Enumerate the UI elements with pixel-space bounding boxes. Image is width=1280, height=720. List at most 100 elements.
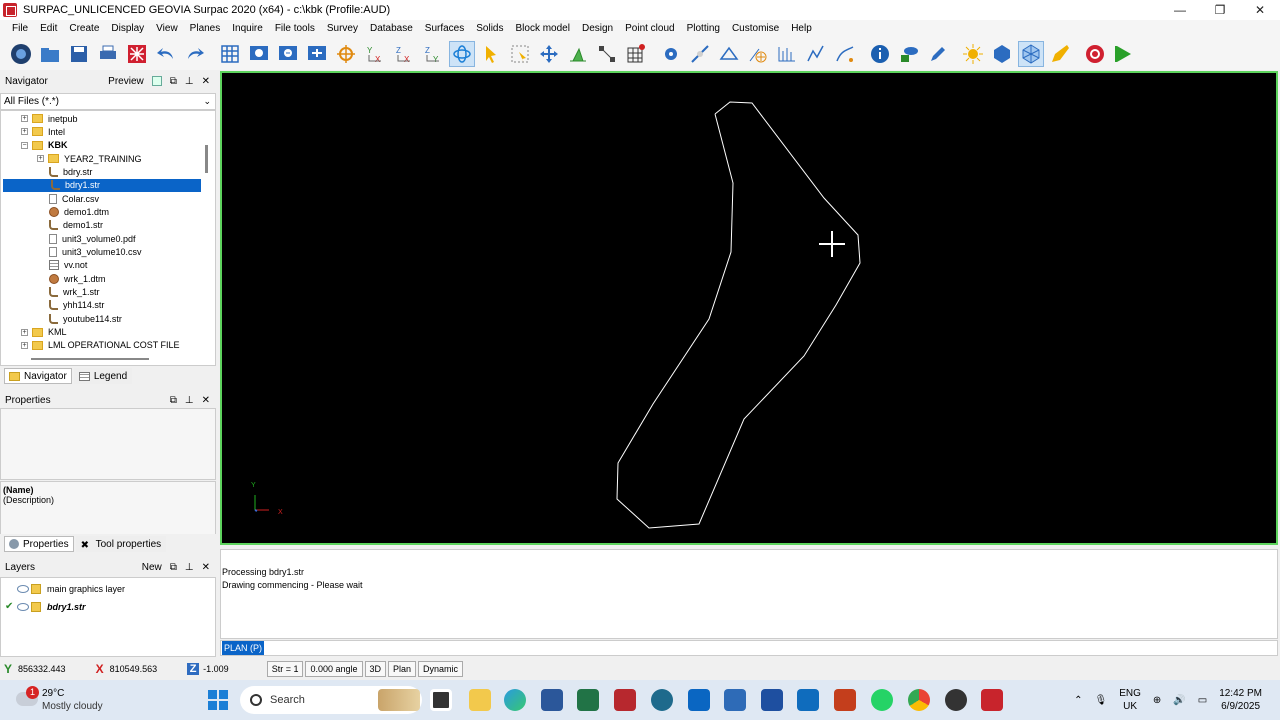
surpac-taskbar-icon[interactable] [981, 689, 1003, 711]
obs-icon[interactable] [945, 689, 967, 711]
tree-file[interactable]: unit3_volume10.csv [49, 246, 142, 259]
menu-item-surfaces[interactable]: Surfaces [419, 20, 470, 38]
network-icon[interactable]: ⊕ [1153, 694, 1161, 707]
mode-3d-button[interactable]: 3D [364, 661, 387, 677]
expand-icon[interactable]: + [37, 155, 44, 163]
word-icon[interactable] [541, 689, 563, 711]
add-point-icon[interactable] [745, 41, 771, 67]
pin-icon[interactable]: ⊥ [185, 76, 194, 87]
layer-checkbox-checked[interactable]: ✔ [5, 602, 15, 612]
file-explorer-icon[interactable] [469, 689, 491, 711]
menu-item-file[interactable]: File [6, 20, 34, 38]
menu-item-survey[interactable]: Survey [321, 20, 364, 38]
settings-gear-icon[interactable] [658, 41, 684, 67]
zoom-all-icon[interactable] [304, 41, 330, 67]
view-zx-icon[interactable]: ZX [391, 41, 417, 67]
menu-item-view[interactable]: View [150, 20, 184, 38]
menu-item-solids[interactable]: Solids [470, 20, 509, 38]
close-panel-icon[interactable]: ✕ [202, 395, 210, 406]
surpac-logo-icon[interactable] [8, 41, 34, 67]
float-panel-icon[interactable]: ⧉ [170, 76, 177, 87]
tab-navigator[interactable]: Navigator [4, 368, 72, 384]
select-box-icon[interactable] [507, 41, 533, 67]
visibility-eye-icon[interactable] [896, 41, 922, 67]
profile-icon[interactable] [803, 41, 829, 67]
pan-icon[interactable] [536, 41, 562, 67]
new-layer-button[interactable]: New [142, 562, 162, 573]
file-filter-select[interactable]: All Files (*.*) ⌄ [0, 93, 216, 110]
menu-item-inquire[interactable]: Inquire [226, 20, 269, 38]
tree-folder[interactable]: + YEAR2_TRAINING [37, 152, 142, 165]
clock[interactable]: 12:42 PM 6/9/2025 [1219, 687, 1262, 713]
minimize-button[interactable]: — [1160, 0, 1200, 20]
tree-file[interactable]: wrk_1.str [49, 286, 100, 299]
maximize-button[interactable]: ❐ [1200, 0, 1240, 20]
tree-file[interactable]: bdry.str [49, 165, 92, 178]
lighting-sun-icon[interactable] [960, 41, 986, 67]
close-button[interactable]: ✕ [1240, 0, 1280, 20]
weather-widget[interactable]: 1 29°C Mostly cloudy [16, 686, 136, 714]
menu-item-plotting[interactable]: Plotting [681, 20, 726, 38]
lock-icon[interactable] [31, 602, 41, 612]
menu-item-database[interactable]: Database [364, 20, 419, 38]
tab-tool-properties[interactable]: ✖ Tool properties [75, 536, 167, 552]
powerpoint-icon[interactable] [834, 689, 856, 711]
search-app-icon[interactable] [651, 689, 673, 711]
access-icon[interactable] [614, 689, 636, 711]
tree-file[interactable]: yhh114.str [49, 299, 104, 312]
string-number[interactable]: Str = 1 [266, 661, 304, 677]
collapse-icon[interactable]: − [21, 141, 28, 149]
expand-icon[interactable]: + [21, 128, 28, 136]
grid-icon[interactable] [217, 41, 243, 67]
solid-shade-icon[interactable] [989, 41, 1015, 67]
command-input[interactable]: PLAN (P) [220, 640, 1278, 656]
windows-start-icon[interactable] [208, 690, 228, 710]
tab-properties[interactable]: Properties [4, 536, 74, 552]
dynamic-button[interactable]: Dynamic [418, 661, 464, 677]
tree-folder[interactable]: + KML [21, 326, 67, 339]
menu-item-block-model[interactable]: Block model [510, 20, 576, 38]
tree-file[interactable]: Colar.csv [49, 192, 99, 205]
zoom-out-icon[interactable] [275, 41, 301, 67]
tree-file[interactable]: demo1.str [49, 219, 103, 232]
chat-app-icon[interactable] [724, 689, 746, 711]
redraw-icon[interactable] [124, 41, 150, 67]
wireframe-icon[interactable] [1018, 41, 1044, 67]
float-panel-icon[interactable]: ⧉ [170, 562, 177, 573]
chevron-down-icon[interactable]: ⌄ [203, 96, 211, 107]
menu-item-design[interactable]: Design [576, 20, 619, 38]
chrome-icon[interactable] [908, 689, 930, 711]
chevron-up-icon[interactable]: ⌃ [1074, 694, 1082, 707]
plane-icon[interactable] [565, 41, 591, 67]
tree-folder[interactable]: + Intel [21, 125, 65, 138]
menu-item-point-cloud[interactable]: Point cloud [619, 20, 680, 38]
menu-item-customise[interactable]: Customise [726, 20, 785, 38]
volume-icon[interactable]: 🔊 [1173, 694, 1185, 707]
layer-checkbox[interactable] [5, 584, 15, 594]
menu-item-edit[interactable]: Edit [34, 20, 63, 38]
outlook-icon[interactable] [797, 689, 819, 711]
expand-icon[interactable]: + [21, 115, 28, 122]
menu-item-planes[interactable]: Planes [184, 20, 227, 38]
whatsapp-icon[interactable] [871, 689, 893, 711]
battery-icon[interactable]: ▭ [1198, 694, 1207, 707]
lock-icon[interactable] [31, 584, 41, 594]
linkedin-icon[interactable] [688, 689, 710, 711]
redo-icon[interactable] [182, 41, 208, 67]
preview-image-icon[interactable] [151, 76, 162, 86]
eye-icon[interactable] [17, 603, 29, 611]
section-icon[interactable] [774, 41, 800, 67]
tree-scrollbar[interactable] [205, 145, 208, 173]
rotate-view-icon[interactable] [449, 41, 475, 67]
tree-file[interactable]: demo1.dtm [49, 205, 109, 218]
info-icon[interactable] [867, 41, 893, 67]
layer-item-main-graphics[interactable]: main graphics layer [5, 581, 125, 597]
view-yx-icon[interactable]: YX [362, 41, 388, 67]
undo-icon[interactable] [153, 41, 179, 67]
tree-folder[interactable]: + LML OPERATIONAL COST FILE [21, 339, 180, 352]
search-highlight-icon[interactable] [378, 689, 420, 711]
pin-icon[interactable]: ⊥ [185, 395, 194, 406]
digitise-icon[interactable] [687, 41, 713, 67]
open-folder-icon[interactable] [37, 41, 63, 67]
menu-item-display[interactable]: Display [105, 20, 150, 38]
